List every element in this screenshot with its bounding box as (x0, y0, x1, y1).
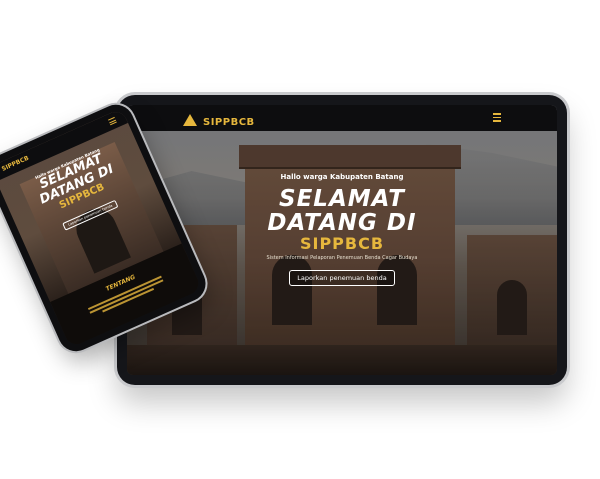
phone-brand-name[interactable]: SIPPBCB (1, 155, 30, 173)
hamburger-menu-icon[interactable] (108, 116, 117, 127)
brand-logo[interactable]: SIPPBCB (183, 110, 255, 129)
hero-title-line2: DATANG DI (267, 210, 417, 236)
top-navbar: SIPPBCB (127, 105, 557, 131)
pyramid-logo-icon (183, 113, 197, 126)
hero-title-line1: SELAMAT (279, 186, 405, 212)
tablet-screen: SIPPBCB Hallo warga Kabupaten Batang SEL… (127, 105, 557, 375)
brand-name: SIPPBCB (203, 117, 255, 128)
hamburger-menu-icon[interactable] (493, 113, 501, 122)
hero-greeting: Hallo warga Kabupaten Batang (280, 173, 404, 181)
report-finding-button[interactable]: Laporkan penemuan benda (289, 270, 395, 286)
